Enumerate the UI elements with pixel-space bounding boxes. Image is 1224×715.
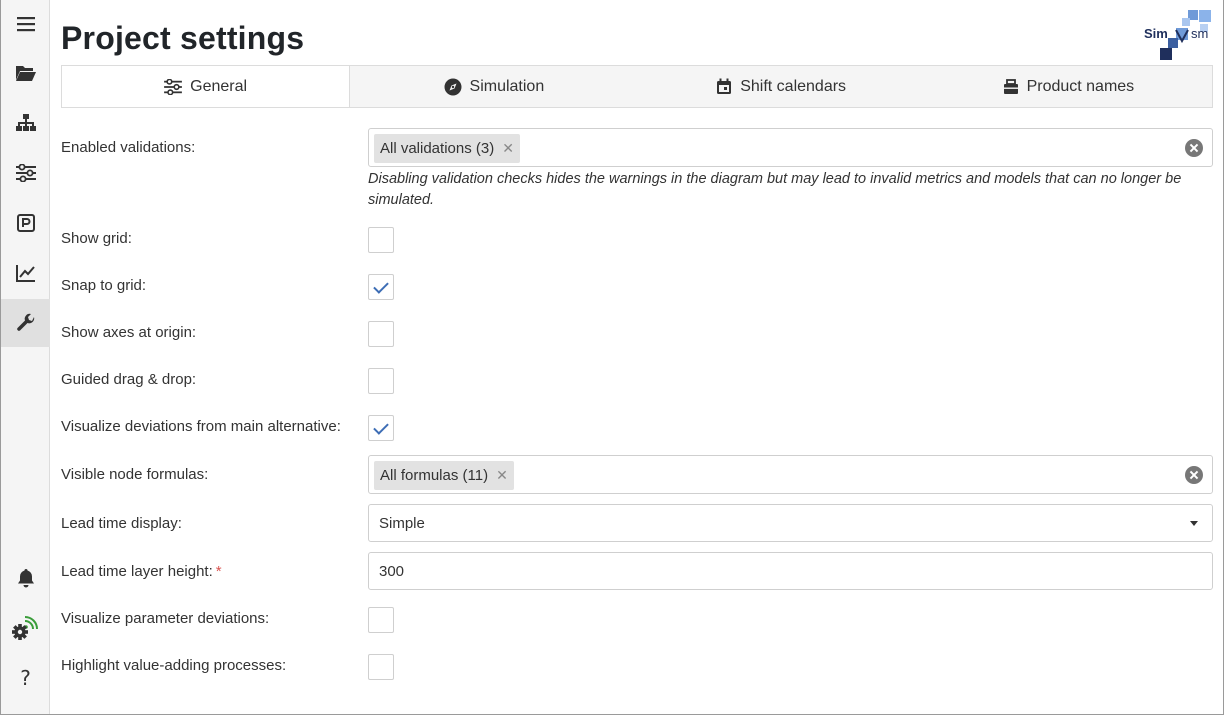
sidebar-item-open[interactable] [1,49,50,97]
svg-text:sm: sm [1191,26,1208,41]
validation-chip: All validations (3) ✕ [374,134,520,163]
param-deviations-checkbox[interactable] [368,607,394,633]
hamburger-icon [16,17,35,32]
settings-tabs: General Simulation Shift calendars Produ… [61,65,1213,108]
line-chart-icon [15,265,35,282]
guided-drag-checkbox[interactable] [368,368,394,394]
compass-icon [444,78,462,95]
bell-icon [17,569,34,588]
visualize-deviations-checkbox[interactable] [368,415,394,441]
calendar-icon [717,78,732,94]
show-axes-checkbox[interactable] [368,321,394,347]
visible-formulas-select[interactable]: All formulas (11) ✕ [368,455,1213,494]
chip-label: All formulas (11) [380,467,489,484]
svg-text:Sim: Sim [1144,26,1168,41]
tab-label: Shift calendars [740,77,847,95]
chip-label: All validations (3) [380,140,495,157]
connection-settings-button[interactable] [1,604,50,652]
help-button[interactable]: ? [1,654,50,702]
show-grid-checkbox[interactable] [368,227,394,253]
page-title: Project settings [61,20,305,56]
chip-remove-icon[interactable]: ✕ [502,140,514,157]
sitemap-icon [15,114,36,131]
help-icon: ? [20,666,31,690]
tab-shift-calendars[interactable]: Shift calendars [638,66,925,107]
required-marker: * [215,563,222,580]
show-axes-label: Show axes at origin: [61,324,197,341]
snap-to-grid-label: Snap to grid: [61,277,147,294]
sidebar-item-products[interactable] [1,199,50,247]
sliders-icon [164,78,183,95]
sidebar: ? [1,0,50,714]
validation-hint: Disabling validation checks hides the wa… [368,171,1182,208]
tab-label: General [190,77,248,95]
notifications-button[interactable] [1,554,50,602]
simvsm-logo: Sim sm [1140,8,1216,62]
visualize-deviations-label: Visualize deviations from main alternati… [61,418,341,435]
highlight-value-adding-label: Highlight value-adding processes: [61,657,287,674]
lead-time-height-text: Lead time layer height: [61,563,213,580]
tab-simulation[interactable]: Simulation [350,66,637,107]
tab-product-names[interactable]: Product names [925,66,1212,107]
box-icon [1003,78,1018,94]
gear-wifi-icon [11,616,38,640]
parking-p-icon [16,214,35,232]
tab-label: Simulation [469,77,545,95]
enabled-validations-label: Enabled validations: [61,139,196,156]
folder-open-icon [15,66,36,81]
param-deviations-label: Visualize parameter deviations: [61,610,270,627]
sidebar-item-charts[interactable] [1,249,50,297]
clear-formulas-icon[interactable] [1185,466,1203,484]
sliders-icon [15,164,36,182]
clear-validations-icon[interactable] [1185,139,1203,157]
wrench-icon [16,313,34,331]
menu-button[interactable] [1,0,50,48]
visible-formulas-label: Visible node formulas: [61,466,209,483]
sidebar-item-structure[interactable] [1,99,50,147]
tab-label: Product names [1026,77,1135,95]
highlight-value-adding-checkbox[interactable] [368,654,394,680]
lead-time-display-select[interactable]: Simple [368,504,1213,542]
caret-down-icon [1190,521,1198,526]
lead-time-height-input[interactable] [368,552,1213,590]
show-grid-label: Show grid: [61,230,132,247]
lead-time-height-label: Lead time layer height: * [61,563,222,580]
sidebar-item-parameters[interactable] [1,149,50,197]
chip-remove-icon[interactable]: ✕ [496,467,508,484]
select-value: Simple [379,514,425,532]
sidebar-item-settings[interactable] [1,299,50,347]
tab-general[interactable]: General [62,66,351,107]
guided-drag-label: Guided drag & drop: [61,371,197,388]
formulas-chip: All formulas (11) ✕ [374,461,514,490]
lead-time-display-label: Lead time display: [61,515,182,532]
snap-to-grid-checkbox[interactable] [368,274,394,300]
enabled-validations-select[interactable]: All validations (3) ✕ [368,128,1213,167]
